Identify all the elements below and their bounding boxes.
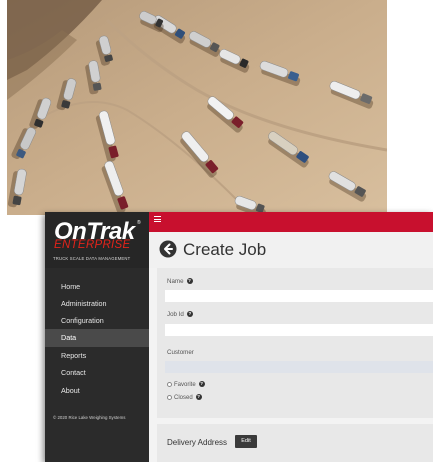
checkbox-box[interactable] bbox=[167, 395, 172, 400]
sidebar-item-home[interactable]: Home bbox=[45, 278, 149, 296]
sidebar-item-about[interactable]: About bbox=[45, 382, 149, 400]
job-id-input[interactable] bbox=[165, 324, 433, 336]
screenshot-stage: OnTrak ® ENTERPRISE TRUCK SCALE DATA MAN… bbox=[0, 0, 433, 462]
sidebar: OnTrak ® ENTERPRISE TRUCK SCALE DATA MAN… bbox=[45, 212, 149, 462]
ontrak-logo: OnTrak ® ENTERPRISE TRUCK SCALE DATA MAN… bbox=[45, 212, 149, 268]
favorite-checkbox[interactable]: Favorite? bbox=[167, 381, 205, 388]
name-field-label: Name? bbox=[167, 278, 193, 285]
arrow-left-circle-icon[interactable] bbox=[159, 240, 177, 258]
help-icon[interactable]: ? bbox=[186, 311, 193, 317]
sidebar-item-reports[interactable]: Reports bbox=[45, 347, 149, 365]
closed-checkbox[interactable]: Closed? bbox=[167, 394, 202, 401]
sidebar-item-administration[interactable]: Administration bbox=[45, 295, 149, 313]
delivery-address-section: Delivery Address Edit bbox=[157, 424, 433, 462]
customer-field-label: Customer bbox=[167, 349, 194, 356]
logo-trademark: ® bbox=[137, 220, 141, 226]
sidebar-item-contact[interactable]: Contact bbox=[45, 364, 149, 382]
page-title: Create Job bbox=[183, 240, 267, 259]
customer-select[interactable] bbox=[165, 361, 433, 373]
help-icon[interactable]: ? bbox=[195, 394, 202, 400]
copyright-footer: © 2020 Rice Lake Weighing Systems bbox=[53, 415, 126, 420]
sidebar-item-configuration[interactable]: Configuration bbox=[45, 312, 149, 330]
help-icon[interactable]: ? bbox=[198, 381, 205, 387]
top-bar bbox=[149, 212, 433, 232]
page-header: Create Job bbox=[149, 232, 433, 268]
checkbox-box[interactable] bbox=[167, 382, 172, 387]
create-job-form: Name? Job Id? Customer Favorite? Closed? bbox=[157, 268, 433, 418]
help-icon[interactable]: ? bbox=[186, 278, 193, 284]
job-id-field-label: Job Id? bbox=[167, 311, 193, 318]
aerial-truck-queue-photo bbox=[7, 0, 387, 215]
delivery-address-label: Delivery Address bbox=[167, 438, 228, 447]
sidebar-item-data[interactable]: Data bbox=[45, 329, 149, 347]
hamburger-icon[interactable] bbox=[154, 216, 161, 223]
ontrak-app-window: OnTrak ® ENTERPRISE TRUCK SCALE DATA MAN… bbox=[45, 212, 433, 462]
logo-subtitle: ENTERPRISE bbox=[54, 239, 131, 251]
edit-delivery-address-button[interactable]: Edit bbox=[235, 435, 257, 448]
name-input[interactable] bbox=[165, 290, 433, 302]
logo-tagline: TRUCK SCALE DATA MANAGEMENT bbox=[53, 256, 131, 261]
